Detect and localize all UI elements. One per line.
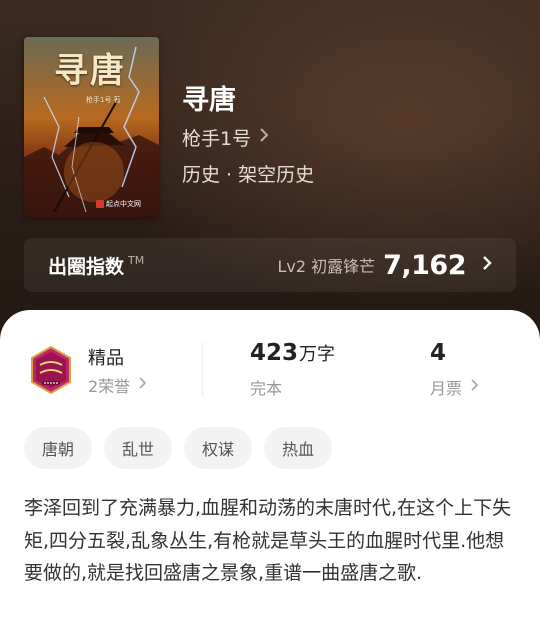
author-link[interactable]: 枪手1号 (182, 124, 269, 151)
honors-link[interactable]: 2荣誉 (88, 373, 147, 397)
book-cover[interactable]: 寻唐 枪手1号 著 起点中文网 (24, 37, 159, 217)
publisher-name: 起点中文网 (106, 200, 141, 208)
index-label: 出圈指数 (48, 255, 125, 278)
tag-list: 唐朝 乱世 权谋 热血 (24, 427, 333, 469)
index-value: 7,162 (383, 249, 466, 281)
word-count-value: 423 (250, 340, 299, 366)
quality-label: 精品 (88, 348, 124, 369)
book-description: 李泽回到了充满暴力,血腥和动荡的末唐时代,在这个上下失矩,四分五裂,乱象丛生,有… (24, 497, 512, 584)
tag-chip[interactable]: 乱世 (104, 427, 173, 469)
trademark-mark: TM (128, 254, 145, 267)
honors-count: 2荣誉 (88, 377, 131, 396)
index-level: Lv2 初露锋芒 (277, 257, 376, 276)
quality-badge-icon (26, 345, 76, 395)
book-title: 寻唐 (182, 85, 236, 116)
popularity-index-bar[interactable]: 出圈指数 TM Lv2 初露锋芒 7,162 (24, 238, 516, 292)
tag-chip[interactable]: 唐朝 (24, 427, 93, 469)
word-count: 423 万字 (250, 340, 335, 366)
publisher-logo-icon (96, 200, 104, 208)
tag-chip[interactable]: 权谋 (184, 427, 253, 469)
chevron-right-icon (138, 376, 147, 394)
stat-divider (202, 342, 203, 396)
author-name: 枪手1号 (182, 128, 252, 150)
index-summary: Lv2 初露锋芒 7,162 (277, 250, 492, 281)
completion-status: 完本 (250, 379, 283, 398)
chevron-right-icon (470, 378, 479, 396)
cover-author: 枪手1号 著 (86, 96, 121, 104)
chevron-right-icon (259, 127, 269, 148)
book-header: 寻唐 枪手1号 著 起点中文网 寻唐 枪手1号 历史 · 架空历史 出圈指数 T… (0, 0, 540, 340)
monthly-tickets-label: 月票 (430, 379, 463, 398)
book-genre[interactable]: 历史 · 架空历史 (182, 160, 314, 187)
book-detail-panel: 精品 2荣誉 423 万字 完本 4 月票 唐朝 乱世 权谋 热血 李泽回到了充… (0, 310, 540, 627)
cover-publisher: 起点中文网 (96, 199, 141, 209)
word-count-unit: 万字 (299, 344, 336, 365)
tag-chip[interactable]: 热血 (264, 427, 333, 469)
cover-title: 寻唐 (54, 51, 126, 91)
monthly-tickets-link[interactable]: 月票 (430, 375, 479, 399)
monthly-tickets-value: 4 (430, 340, 447, 366)
chevron-right-icon (482, 255, 492, 276)
